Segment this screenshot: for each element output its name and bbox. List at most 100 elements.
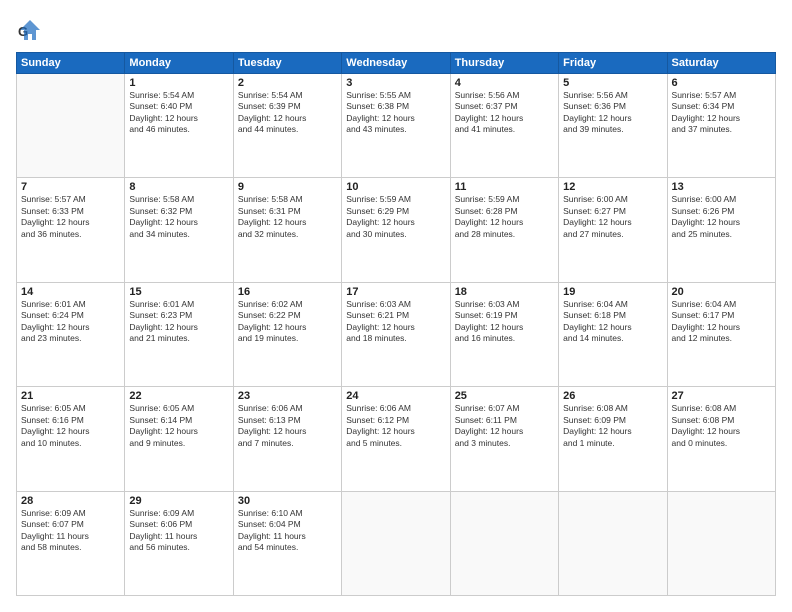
day-number: 12	[563, 181, 662, 193]
calendar-cell: 10Sunrise: 5:59 AM Sunset: 6:29 PM Dayli…	[342, 178, 450, 282]
calendar-cell: 16Sunrise: 6:02 AM Sunset: 6:22 PM Dayli…	[233, 282, 341, 386]
calendar-cell: 9Sunrise: 5:58 AM Sunset: 6:31 PM Daylig…	[233, 178, 341, 282]
day-info: Sunrise: 6:08 AM Sunset: 6:09 PM Dayligh…	[563, 403, 662, 449]
day-number: 27	[672, 390, 771, 402]
calendar-cell	[559, 491, 667, 595]
day-info: Sunrise: 6:04 AM Sunset: 6:17 PM Dayligh…	[672, 299, 771, 345]
day-info: Sunrise: 5:56 AM Sunset: 6:36 PM Dayligh…	[563, 90, 662, 136]
day-info: Sunrise: 6:03 AM Sunset: 6:19 PM Dayligh…	[455, 299, 554, 345]
day-number: 26	[563, 390, 662, 402]
calendar-cell: 8Sunrise: 5:58 AM Sunset: 6:32 PM Daylig…	[125, 178, 233, 282]
day-number: 14	[21, 286, 120, 298]
calendar-cell: 28Sunrise: 6:09 AM Sunset: 6:07 PM Dayli…	[17, 491, 125, 595]
day-info: Sunrise: 6:06 AM Sunset: 6:12 PM Dayligh…	[346, 403, 445, 449]
day-info: Sunrise: 6:01 AM Sunset: 6:23 PM Dayligh…	[129, 299, 228, 345]
day-number: 18	[455, 286, 554, 298]
calendar-cell: 23Sunrise: 6:06 AM Sunset: 6:13 PM Dayli…	[233, 387, 341, 491]
day-info: Sunrise: 6:10 AM Sunset: 6:04 PM Dayligh…	[238, 508, 337, 554]
calendar-cell	[342, 491, 450, 595]
day-number: 17	[346, 286, 445, 298]
logo: G	[16, 16, 46, 44]
calendar-cell: 30Sunrise: 6:10 AM Sunset: 6:04 PM Dayli…	[233, 491, 341, 595]
calendar-cell: 3Sunrise: 5:55 AM Sunset: 6:38 PM Daylig…	[342, 74, 450, 178]
day-info: Sunrise: 5:59 AM Sunset: 6:28 PM Dayligh…	[455, 194, 554, 240]
day-info: Sunrise: 6:00 AM Sunset: 6:27 PM Dayligh…	[563, 194, 662, 240]
day-info: Sunrise: 5:58 AM Sunset: 6:31 PM Dayligh…	[238, 194, 337, 240]
day-number: 7	[21, 181, 120, 193]
calendar-cell: 15Sunrise: 6:01 AM Sunset: 6:23 PM Dayli…	[125, 282, 233, 386]
day-number: 28	[21, 495, 120, 507]
day-info: Sunrise: 5:57 AM Sunset: 6:34 PM Dayligh…	[672, 90, 771, 136]
day-info: Sunrise: 6:09 AM Sunset: 6:07 PM Dayligh…	[21, 508, 120, 554]
day-info: Sunrise: 6:05 AM Sunset: 6:14 PM Dayligh…	[129, 403, 228, 449]
day-info: Sunrise: 6:02 AM Sunset: 6:22 PM Dayligh…	[238, 299, 337, 345]
day-number: 25	[455, 390, 554, 402]
day-number: 22	[129, 390, 228, 402]
day-info: Sunrise: 6:03 AM Sunset: 6:21 PM Dayligh…	[346, 299, 445, 345]
calendar-cell: 22Sunrise: 6:05 AM Sunset: 6:14 PM Dayli…	[125, 387, 233, 491]
calendar-cell: 20Sunrise: 6:04 AM Sunset: 6:17 PM Dayli…	[667, 282, 775, 386]
calendar-cell: 2Sunrise: 5:54 AM Sunset: 6:39 PM Daylig…	[233, 74, 341, 178]
calendar-cell: 24Sunrise: 6:06 AM Sunset: 6:12 PM Dayli…	[342, 387, 450, 491]
weekday-header-monday: Monday	[125, 53, 233, 74]
day-info: Sunrise: 5:59 AM Sunset: 6:29 PM Dayligh…	[346, 194, 445, 240]
day-info: Sunrise: 5:54 AM Sunset: 6:40 PM Dayligh…	[129, 90, 228, 136]
day-info: Sunrise: 5:58 AM Sunset: 6:32 PM Dayligh…	[129, 194, 228, 240]
calendar-cell: 7Sunrise: 5:57 AM Sunset: 6:33 PM Daylig…	[17, 178, 125, 282]
calendar-cell	[667, 491, 775, 595]
day-number: 19	[563, 286, 662, 298]
day-number: 24	[346, 390, 445, 402]
calendar-cell: 12Sunrise: 6:00 AM Sunset: 6:27 PM Dayli…	[559, 178, 667, 282]
day-number: 8	[129, 181, 228, 193]
calendar-cell: 27Sunrise: 6:08 AM Sunset: 6:08 PM Dayli…	[667, 387, 775, 491]
day-number: 21	[21, 390, 120, 402]
day-info: Sunrise: 6:00 AM Sunset: 6:26 PM Dayligh…	[672, 194, 771, 240]
calendar-cell: 21Sunrise: 6:05 AM Sunset: 6:16 PM Dayli…	[17, 387, 125, 491]
calendar-cell: 11Sunrise: 5:59 AM Sunset: 6:28 PM Dayli…	[450, 178, 558, 282]
calendar-cell	[450, 491, 558, 595]
day-number: 2	[238, 77, 337, 89]
day-number: 10	[346, 181, 445, 193]
weekday-header-sunday: Sunday	[17, 53, 125, 74]
calendar-cell: 13Sunrise: 6:00 AM Sunset: 6:26 PM Dayli…	[667, 178, 775, 282]
day-number: 16	[238, 286, 337, 298]
weekday-header-friday: Friday	[559, 53, 667, 74]
day-number: 6	[672, 77, 771, 89]
calendar-cell: 6Sunrise: 5:57 AM Sunset: 6:34 PM Daylig…	[667, 74, 775, 178]
day-number: 23	[238, 390, 337, 402]
weekday-header-tuesday: Tuesday	[233, 53, 341, 74]
calendar-cell: 18Sunrise: 6:03 AM Sunset: 6:19 PM Dayli…	[450, 282, 558, 386]
day-number: 20	[672, 286, 771, 298]
day-number: 1	[129, 77, 228, 89]
day-number: 30	[238, 495, 337, 507]
calendar-cell: 1Sunrise: 5:54 AM Sunset: 6:40 PM Daylig…	[125, 74, 233, 178]
weekday-header-wednesday: Wednesday	[342, 53, 450, 74]
calendar-table: SundayMondayTuesdayWednesdayThursdayFrid…	[16, 52, 776, 596]
day-number: 29	[129, 495, 228, 507]
day-number: 9	[238, 181, 337, 193]
day-number: 13	[672, 181, 771, 193]
day-info: Sunrise: 5:57 AM Sunset: 6:33 PM Dayligh…	[21, 194, 120, 240]
day-number: 5	[563, 77, 662, 89]
calendar-cell: 25Sunrise: 6:07 AM Sunset: 6:11 PM Dayli…	[450, 387, 558, 491]
day-number: 11	[455, 181, 554, 193]
calendar-cell: 29Sunrise: 6:09 AM Sunset: 6:06 PM Dayli…	[125, 491, 233, 595]
day-number: 3	[346, 77, 445, 89]
day-info: Sunrise: 5:54 AM Sunset: 6:39 PM Dayligh…	[238, 90, 337, 136]
calendar-cell: 14Sunrise: 6:01 AM Sunset: 6:24 PM Dayli…	[17, 282, 125, 386]
day-number: 15	[129, 286, 228, 298]
day-info: Sunrise: 6:08 AM Sunset: 6:08 PM Dayligh…	[672, 403, 771, 449]
calendar-cell: 26Sunrise: 6:08 AM Sunset: 6:09 PM Dayli…	[559, 387, 667, 491]
day-info: Sunrise: 6:05 AM Sunset: 6:16 PM Dayligh…	[21, 403, 120, 449]
calendar-cell: 19Sunrise: 6:04 AM Sunset: 6:18 PM Dayli…	[559, 282, 667, 386]
day-info: Sunrise: 5:56 AM Sunset: 6:37 PM Dayligh…	[455, 90, 554, 136]
weekday-header-thursday: Thursday	[450, 53, 558, 74]
calendar-cell: 4Sunrise: 5:56 AM Sunset: 6:37 PM Daylig…	[450, 74, 558, 178]
day-info: Sunrise: 6:04 AM Sunset: 6:18 PM Dayligh…	[563, 299, 662, 345]
calendar-cell	[17, 74, 125, 178]
calendar-cell: 5Sunrise: 5:56 AM Sunset: 6:36 PM Daylig…	[559, 74, 667, 178]
day-info: Sunrise: 6:09 AM Sunset: 6:06 PM Dayligh…	[129, 508, 228, 554]
day-info: Sunrise: 6:01 AM Sunset: 6:24 PM Dayligh…	[21, 299, 120, 345]
weekday-header-saturday: Saturday	[667, 53, 775, 74]
day-info: Sunrise: 5:55 AM Sunset: 6:38 PM Dayligh…	[346, 90, 445, 136]
